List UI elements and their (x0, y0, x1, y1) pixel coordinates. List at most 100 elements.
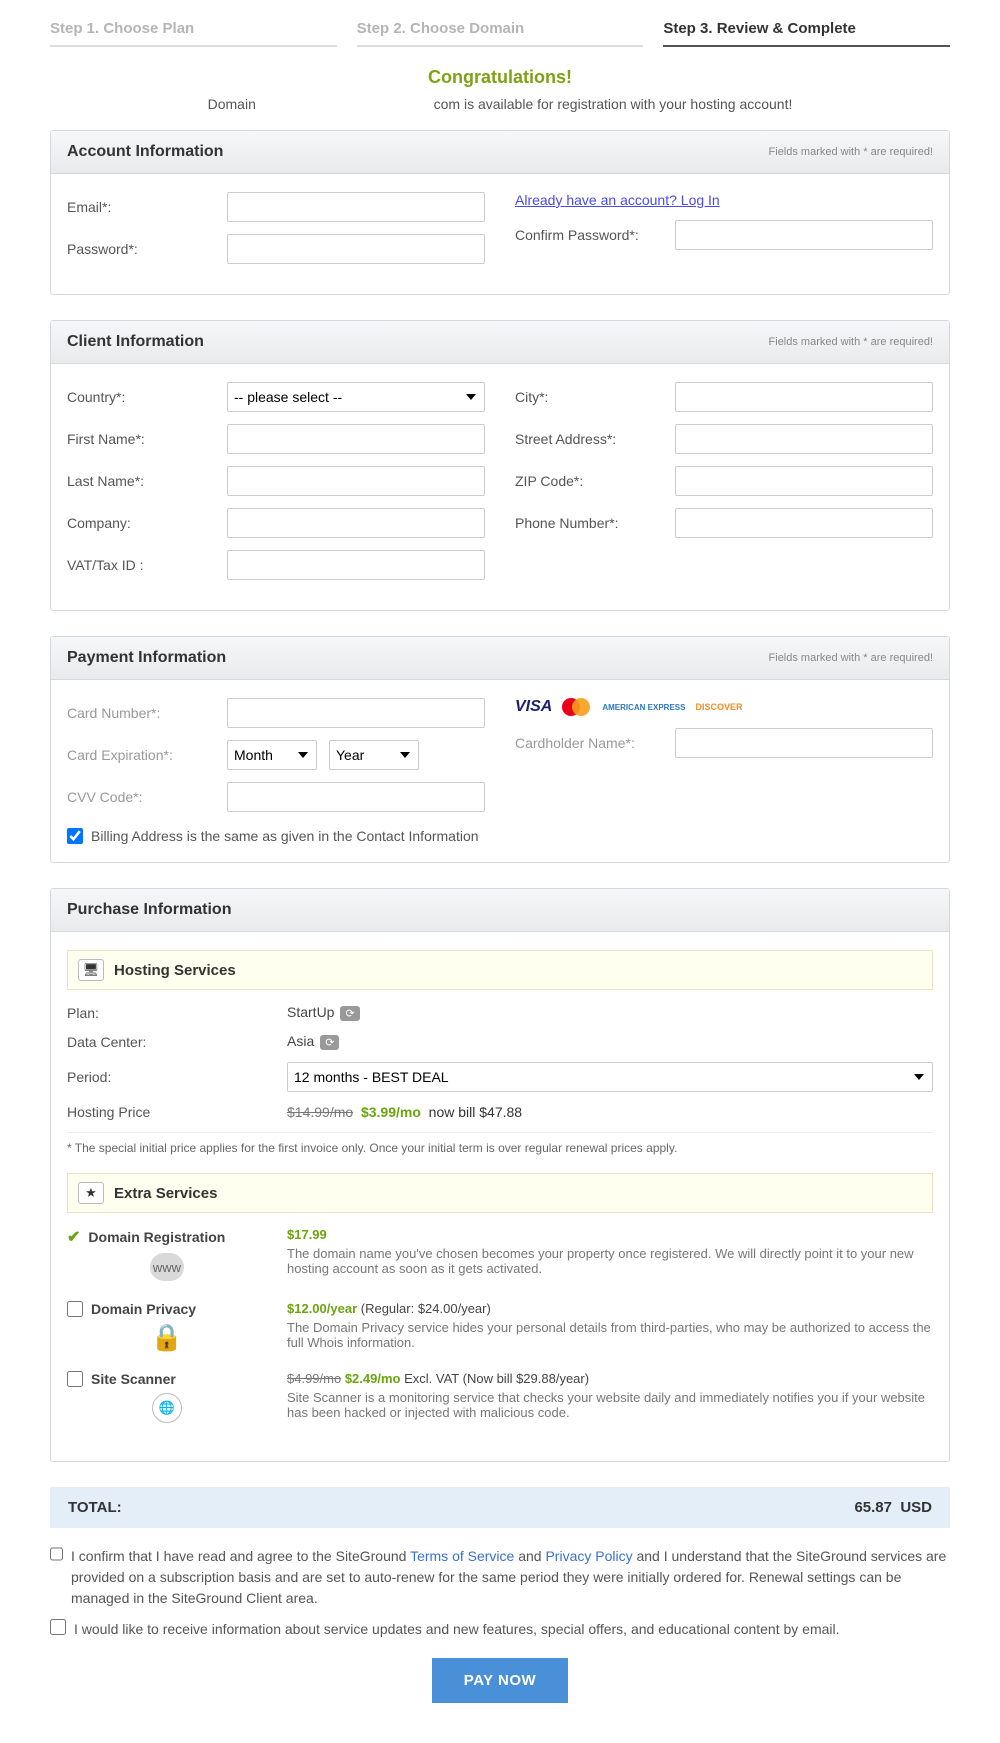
payment-panel: Payment Information Fields marked with *… (50, 636, 950, 863)
svc2-title: Domain Privacy (91, 1301, 196, 1317)
period-select[interactable]: 12 months - BEST DEAL (287, 1062, 933, 1092)
plan-value: StartUp (287, 1004, 334, 1020)
login-link[interactable]: Already have an account? Log In (515, 192, 720, 208)
lock-icon: 🔒 (150, 1323, 184, 1351)
scanner-icon: 🌐 (152, 1393, 182, 1423)
step-2[interactable]: Step 2. Choose Domain (357, 20, 644, 47)
svc3-desc: Site Scanner is a monitoring service tha… (287, 1390, 933, 1420)
datacenter-change-badge[interactable]: ⟳ (320, 1035, 339, 1050)
price-footnote: * The special initial price applies for … (67, 1132, 933, 1155)
step-1[interactable]: Step 1. Choose Plan (50, 20, 337, 47)
mastercard-icon (562, 698, 592, 716)
svc1-desc: The domain name you've chosen becomes yo… (287, 1246, 933, 1276)
tos-confirm-row: I confirm that I have read and agree to … (50, 1546, 950, 1609)
svc3-strike: $4.99/mo (287, 1371, 341, 1386)
required-note: Fields marked with * are required! (769, 652, 933, 664)
cvv-label: CVV Code*: (67, 789, 227, 805)
price-now: $3.99/mo (361, 1104, 421, 1120)
cardexp-label: Card Expiration*: (67, 747, 227, 763)
service-domain-registration: ✔ Domain Registration www $17.99 The doma… (67, 1227, 933, 1281)
payment-title: Payment Information (67, 649, 226, 667)
zip-field[interactable] (675, 466, 933, 496)
hosting-services-label: Hosting Services (114, 962, 236, 979)
svc2-desc: The Domain Privacy service hides your pe… (287, 1320, 933, 1350)
cardholder-field[interactable] (675, 728, 933, 758)
city-field[interactable] (675, 382, 933, 412)
discover-icon: DISCOVER (695, 702, 742, 712)
marketing-text: I would like to receive information abou… (74, 1619, 840, 1640)
total-amount: 65.87 (854, 1499, 892, 1516)
price-strike: $14.99/mo (287, 1104, 353, 1120)
lastname-label: Last Name*: (67, 473, 227, 489)
step-3[interactable]: Step 3. Review & Complete (663, 20, 950, 47)
period-label: Period: (67, 1069, 287, 1085)
firstname-label: First Name*: (67, 431, 227, 447)
tos-link[interactable]: Terms of Service (410, 1548, 514, 1564)
pay-now-button[interactable]: PAY NOW (432, 1658, 568, 1703)
confirm-password-field[interactable] (675, 220, 933, 250)
marketing-checkbox[interactable] (50, 1619, 66, 1635)
vat-field[interactable] (227, 550, 485, 580)
amex-icon: AMERICAN EXPRESS (602, 703, 685, 712)
required-note: Fields marked with * are required! (769, 336, 933, 348)
password-field[interactable] (227, 234, 485, 264)
visa-icon: VISA (515, 698, 552, 716)
svc3-excl: Excl. VAT (Now bill $29.88/year) (404, 1371, 589, 1386)
domain-availability: Domain com is available for registration… (50, 96, 950, 112)
exp-month-select[interactable]: Month (227, 740, 317, 770)
firstname-field[interactable] (227, 424, 485, 454)
city-label: City*: (515, 389, 675, 405)
price-bill: now bill $47.88 (429, 1104, 522, 1120)
extra-services-band: ★ Extra Services (67, 1173, 933, 1213)
company-field[interactable] (227, 508, 485, 538)
star-icon: ★ (78, 1182, 104, 1204)
tos-and: and (514, 1548, 545, 1564)
email-field[interactable] (227, 192, 485, 222)
service-site-scanner: Site Scanner 🌐 $4.99/mo $2.49/mo Excl. V… (67, 1371, 933, 1423)
cvv-field[interactable] (227, 782, 485, 812)
street-label: Street Address*: (515, 431, 675, 447)
zip-label: ZIP Code*: (515, 473, 675, 489)
email-label: Email*: (67, 199, 227, 215)
account-title: Account Information (67, 143, 223, 161)
hostingprice-label: Hosting Price (67, 1104, 287, 1120)
street-field[interactable] (675, 424, 933, 454)
billing-same-checkbox[interactable] (67, 828, 83, 844)
service-domain-privacy: Domain Privacy 🔒 $12.00/year (Regular: $… (67, 1301, 933, 1351)
plan-change-badge[interactable]: ⟳ (340, 1006, 359, 1021)
svc3-price: $2.49/mo (345, 1371, 401, 1386)
cardnum-label: Card Number*: (67, 705, 227, 721)
svc1-price: $17.99 (287, 1227, 327, 1242)
plan-label: Plan: (67, 1005, 287, 1021)
account-panel: Account Information Fields marked with *… (50, 130, 950, 295)
cardnum-field[interactable] (227, 698, 485, 728)
domain-suffix: com is available for registration with y… (434, 96, 793, 112)
domain-prefix: Domain (208, 96, 256, 112)
congrats-heading: Congratulations! (50, 67, 950, 88)
phone-label: Phone Number*: (515, 515, 675, 531)
purchase-title: Purchase Information (67, 901, 231, 919)
company-label: Company: (67, 515, 227, 531)
privacy-link[interactable]: Privacy Policy (545, 1548, 632, 1564)
total-currency: USD (900, 1499, 932, 1516)
hosting-services-band: 🖥 Hosting Services (67, 950, 933, 990)
tos-checkbox[interactable] (50, 1546, 63, 1562)
lastname-field[interactable] (227, 466, 485, 496)
svc2-regular: (Regular: $24.00/year) (361, 1301, 491, 1316)
phone-field[interactable] (675, 508, 933, 538)
svc2-checkbox[interactable] (67, 1301, 83, 1317)
purchase-panel: Purchase Information 🖥 Hosting Services … (50, 888, 950, 1462)
step-tabs: Step 1. Choose Plan Step 2. Choose Domai… (50, 20, 950, 47)
confirm-password-label: Confirm Password*: (515, 227, 675, 243)
required-note: Fields marked with * are required! (769, 146, 933, 158)
total-bar: TOTAL: 65.87 USD (50, 1487, 950, 1528)
billing-same-label: Billing Address is the same as given in … (91, 828, 479, 844)
exp-year-select[interactable]: Year (329, 740, 419, 770)
www-icon: www (150, 1253, 184, 1281)
country-select[interactable]: -- please select -- (227, 382, 485, 412)
tos-text-pre: I confirm that I have read and agree to … (71, 1548, 410, 1564)
svc2-price: $12.00/year (287, 1301, 357, 1316)
svc1-title: Domain Registration (88, 1229, 225, 1245)
svc3-checkbox[interactable] (67, 1371, 83, 1387)
check-icon: ✔ (67, 1227, 80, 1247)
